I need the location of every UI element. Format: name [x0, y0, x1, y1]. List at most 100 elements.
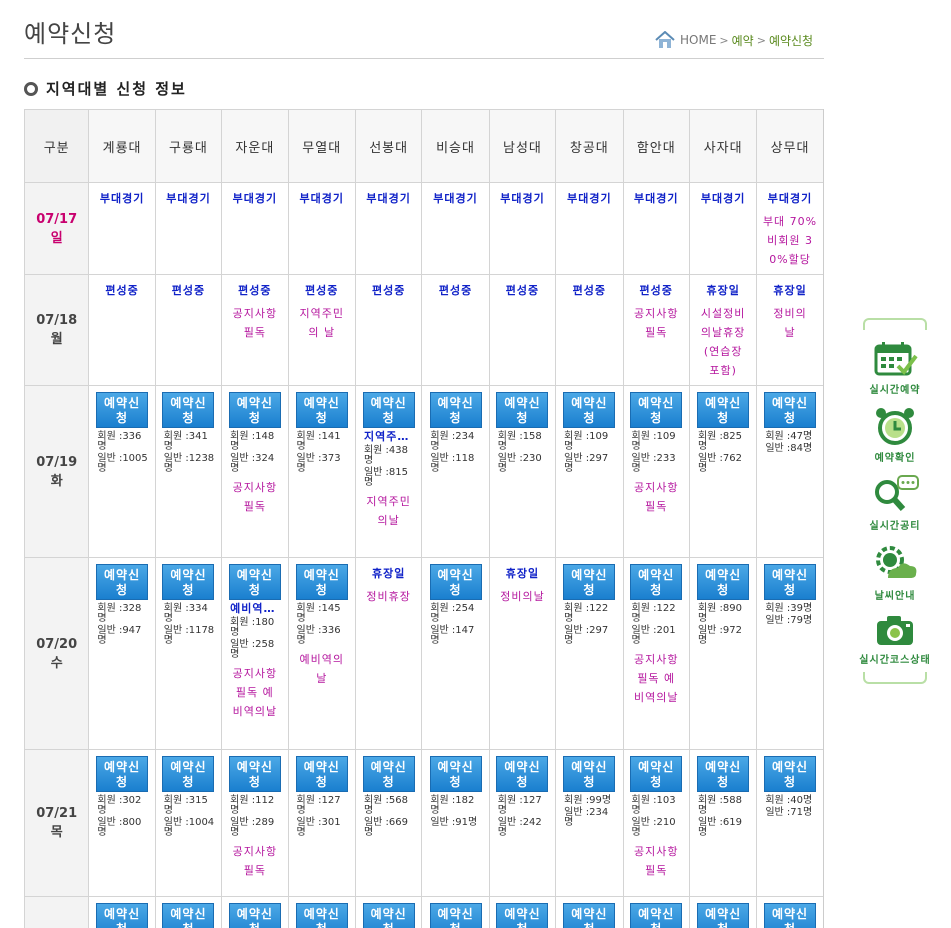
- notice-link[interactable]: 정비의날: [759, 304, 820, 342]
- quick-menu-bottom-bracket: [863, 672, 927, 684]
- reserve-button[interactable]: 예약신청: [764, 564, 817, 600]
- schedule-cell: 휴장일 시설정비 의날휴장 (연습장 포함): [688, 274, 758, 386]
- reserve-button[interactable]: 예약신청: [295, 392, 348, 428]
- reserve-button[interactable]: 예약신청: [295, 756, 348, 792]
- home-icon[interactable]: [654, 31, 676, 49]
- quick-menu-item[interactable]: 실시간코스상태: [855, 612, 935, 666]
- weather-icon: [855, 542, 935, 584]
- schedule-table: 구분 계룡대구룡대자운대무열대선봉대비승대남성대창공대함안대사자대상무대충성대 …: [24, 109, 823, 928]
- schedule-cell: 편성중: [88, 274, 156, 386]
- cell-content: 편성중: [156, 275, 221, 304]
- notice-link[interactable]: 부대 70% 비회원 3 0%할당: [759, 212, 820, 269]
- reserve-button[interactable]: 예약신청: [630, 392, 683, 428]
- breadcrumb: HOME > 예약 > 예약신청: [654, 31, 813, 49]
- reservation-counts: 회원 :334 명 일반 :1178 명: [158, 604, 219, 646]
- reserve-button[interactable]: 예약신청: [697, 392, 750, 428]
- notice-link[interactable]: 공지사항 필독: [224, 304, 285, 342]
- reserve-button[interactable]: 예약신청: [96, 756, 149, 792]
- schedule-cell: 예약신청: [154, 896, 223, 928]
- status-label: 부대경기: [99, 192, 145, 205]
- notice-link[interactable]: 공지사항 필독: [626, 478, 687, 516]
- notice-link[interactable]: 공지사항 필독: [626, 304, 687, 342]
- notice-link[interactable]: 시설정비 의날휴장 (연습장 포함): [692, 304, 754, 380]
- reserve-button[interactable]: 예약신청: [496, 903, 549, 928]
- reserve-button[interactable]: 예약신청: [162, 392, 215, 428]
- reserve-button[interactable]: 예약신청: [764, 756, 817, 792]
- general-count: 일반 :815 명: [363, 467, 408, 488]
- reserve-button[interactable]: 예약신청: [162, 756, 215, 792]
- schedule-cell: 예약신 청 회원 :825 명 일반 :762 명: [688, 385, 758, 558]
- reserve-button[interactable]: 예약신청: [96, 903, 149, 928]
- reserve-button[interactable]: 예약신청: [697, 903, 750, 928]
- reserve-button[interactable]: 예약신청: [697, 756, 750, 792]
- reserve-button[interactable]: 예약신청: [496, 392, 549, 428]
- reserve-button[interactable]: 예약신청: [496, 756, 549, 792]
- reserve-button[interactable]: 예약신청: [162, 903, 215, 928]
- reserve-button[interactable]: 예약신청: [764, 903, 817, 928]
- reserve-button[interactable]: 예약신청: [362, 392, 415, 428]
- notice-link[interactable]: 정비의날: [492, 587, 553, 606]
- schedule-table-container[interactable]: 구분 계룡대구룡대자운대무열대선봉대비승대남성대창공대함안대사자대상무대충성대 …: [24, 109, 824, 928]
- reserve-button[interactable]: 예약신청: [362, 756, 415, 792]
- reserve-button[interactable]: 예약신청: [429, 756, 482, 792]
- cell-content: 부대경기: [556, 183, 622, 212]
- reserve-button[interactable]: 예약신청: [630, 756, 683, 792]
- general-count: 일반 :669 명: [363, 817, 408, 838]
- breadcrumb-home[interactable]: HOME: [680, 33, 716, 47]
- quick-menu-item[interactable]: 날씨안내: [855, 542, 935, 602]
- breadcrumb-reservation[interactable]: 예약: [732, 32, 754, 49]
- reserve-button[interactable]: 예약신청: [228, 392, 281, 428]
- member-count: 회원 :438 명: [363, 445, 408, 466]
- reserve-button[interactable]: 예약신청: [362, 903, 415, 928]
- reserve-button[interactable]: 예약신청: [429, 392, 482, 428]
- cell-content: 부대경기: [356, 183, 421, 212]
- cell-content: 예약신청: [356, 897, 421, 928]
- reservation-counts: 회원 :302 명 일반 :800 명: [91, 796, 152, 838]
- reserve-button[interactable]: 예약신청: [429, 903, 482, 928]
- reserve-button[interactable]: 예약신청: [563, 392, 616, 428]
- reserve-button[interactable]: 예약신청: [295, 903, 348, 928]
- notice-link[interactable]: 공지사항 필독 예 비역의날: [626, 650, 687, 707]
- reserve-button[interactable]: 예약신청: [697, 564, 750, 600]
- reserve-button[interactable]: 예약신청: [96, 392, 149, 428]
- reserve-button[interactable]: 예약신청: [630, 564, 683, 600]
- reserve-button[interactable]: 예약신청: [563, 756, 616, 792]
- event-label[interactable]: 지역주…: [364, 431, 419, 442]
- reservation-counts: 회원 :122 명 일반 :297 명: [558, 604, 620, 646]
- schedule-cell: 부대경기 부대 70% 비회원 3 0%할당: [756, 182, 823, 275]
- cell-content: 예약신 청회원 :122 명 일반 :297 명: [556, 558, 622, 652]
- reserve-button[interactable]: 예약신청: [96, 564, 149, 600]
- reserve-button[interactable]: 예약신청: [429, 564, 482, 600]
- quick-menu-item[interactable]: 실시간예약: [855, 340, 935, 396]
- schedule-cell: 예약신 청 회원 :158 명 일반 :230 명: [488, 385, 557, 558]
- notice-link[interactable]: 예비역의 날: [291, 650, 353, 688]
- notice-link[interactable]: 공지사항 필독: [626, 842, 687, 880]
- column-header-9: 함안대: [622, 109, 690, 183]
- notice-link[interactable]: 공지사항 필독 예 비역의날: [224, 664, 285, 721]
- partial-column-cell: [822, 896, 823, 928]
- reserve-button[interactable]: 예약신청: [228, 756, 281, 792]
- event-label[interactable]: 예비역…: [230, 603, 285, 614]
- reserve-button[interactable]: 예약신청: [764, 392, 817, 428]
- reserve-button[interactable]: 예약신청: [295, 564, 348, 600]
- reservation-counts: 회원 :127 명 일반 :242 명: [492, 796, 553, 838]
- notice-link[interactable]: 지역주민 의 날: [291, 304, 353, 342]
- schedule-cell: 예약신청: [622, 896, 690, 928]
- notice-link[interactable]: 정비휴장: [358, 587, 419, 606]
- table-row: 07/20 수 예약신 청 회원 :328 명 일반 :947 명 예약신 청 회원 :334 명 일반…: [24, 557, 823, 750]
- cell-content: 예약신 청 회원 :234 명 일반 :118 명: [422, 386, 488, 480]
- reserve-button[interactable]: 예약신청: [563, 903, 616, 928]
- quick-menu-item[interactable]: 실시간공티: [855, 474, 935, 532]
- notice-link[interactable]: 공지사항 필독: [224, 842, 285, 880]
- status-label: 휴장일: [773, 284, 807, 297]
- reserve-button[interactable]: 예약신청: [228, 903, 281, 928]
- reserve-button[interactable]: 예약신청: [563, 564, 616, 600]
- notice-link[interactable]: 공지사항 필독: [224, 478, 285, 516]
- notice-link[interactable]: 지역주민 의날: [358, 492, 419, 530]
- reserve-button[interactable]: 예약신청: [630, 903, 683, 928]
- member-count: 회원 :47명: [765, 431, 813, 442]
- quick-menu-item[interactable]: 예약확인: [855, 406, 935, 464]
- reserve-button[interactable]: 예약신청: [162, 564, 215, 600]
- circle-bullet-icon: [24, 81, 38, 96]
- reserve-button[interactable]: 예약신청: [228, 564, 281, 600]
